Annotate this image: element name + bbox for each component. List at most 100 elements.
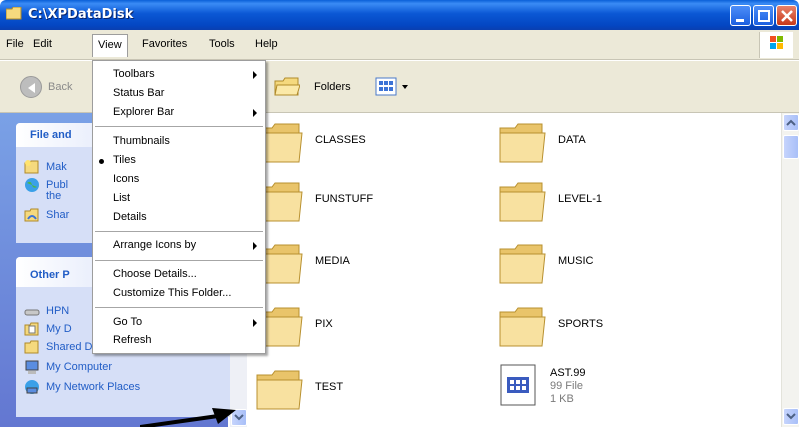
menu-tools[interactable]: Tools	[209, 38, 235, 50]
menu-item-list[interactable]: List	[113, 192, 130, 204]
file-name: MUSIC	[558, 255, 594, 267]
title-bar: C:\XPDataDisk	[0, 0, 799, 30]
folder-tile-data[interactable]: DATA	[497, 118, 727, 168]
views-button[interactable]	[374, 75, 412, 99]
file-name: FUNSTUFF	[315, 193, 374, 205]
folder-icon	[499, 182, 546, 222]
share-label: Shar	[46, 208, 70, 221]
publish-continued-label[interactable]: the	[46, 190, 61, 206]
my-network-places-link[interactable]: My Network Places	[24, 379, 140, 395]
submenu-arrow-icon	[253, 71, 257, 79]
folder-tile-level-1[interactable]: LEVEL-1	[497, 177, 727, 227]
minimize-button[interactable]	[730, 5, 751, 26]
maximize-icon	[758, 10, 770, 22]
file-name: LEVEL-1	[558, 193, 603, 205]
file-name: TEST	[315, 381, 344, 393]
folders-icon[interactable]	[274, 77, 300, 97]
menu-item-toolbars[interactable]: Toolbars	[113, 68, 155, 80]
menu-item-tiles[interactable]: Tiles	[113, 154, 136, 166]
file-name: SPORTS	[558, 318, 604, 330]
folder-tile-classes[interactable]: CLASSES	[254, 118, 484, 168]
menu-favorites[interactable]: Favorites	[142, 38, 187, 50]
shared-folder-icon	[24, 208, 39, 222]
my-computer-link[interactable]: My Computer	[24, 359, 112, 375]
file-size: 1 KB	[550, 393, 574, 405]
folder-icon	[499, 244, 546, 284]
my-network-places-label: My Network Places	[46, 380, 141, 393]
my-documents-icon	[24, 322, 39, 336]
file-name: PIX	[315, 318, 333, 330]
menu-item-thumbnails[interactable]: Thumbnails	[113, 135, 170, 147]
menu-item-icons[interactable]: Icons	[113, 173, 139, 185]
close-icon	[781, 10, 793, 22]
network-icon	[25, 380, 39, 394]
menu-item-status-bar[interactable]: Status Bar	[113, 87, 164, 99]
menu-item-go-to[interactable]: Go To	[113, 316, 142, 328]
make-folder-label: Mak	[46, 160, 67, 173]
menu-bar: File Edit View Favorites Tools Help	[0, 30, 799, 60]
file-name: MEDIA	[315, 255, 350, 267]
menu-separator	[95, 260, 263, 261]
back-label[interactable]: Back	[48, 81, 72, 93]
computer-icon	[25, 360, 39, 374]
globe-icon	[25, 178, 39, 192]
folder-icon	[24, 340, 39, 354]
file-name: AST.99	[550, 367, 586, 379]
menu-item-refresh[interactable]: Refresh	[113, 334, 152, 346]
folder-icon	[256, 370, 303, 410]
radio-bullet-icon	[99, 159, 104, 164]
menu-edit[interactable]: Edit	[33, 38, 52, 50]
folder-icon	[499, 123, 546, 163]
menu-item-arrange-icons-by[interactable]: Arrange Icons by	[113, 239, 196, 251]
chevron-up-icon	[786, 119, 796, 126]
new-folder-icon	[24, 160, 39, 174]
folder-tile-media[interactable]: MEDIA	[254, 239, 484, 289]
menu-item-customize-folder[interactable]: Customize This Folder...	[113, 287, 231, 299]
hpn-link[interactable]: HPN	[24, 303, 69, 319]
maximize-button[interactable]	[753, 5, 774, 26]
my-documents-link[interactable]: My D	[24, 321, 72, 337]
menu-item-choose-details[interactable]: Choose Details...	[113, 268, 197, 280]
file-name: DATA	[558, 134, 586, 146]
annotation-arrow-icon	[140, 408, 236, 427]
close-button[interactable]	[776, 5, 797, 26]
my-computer-label: My Computer	[46, 360, 113, 373]
chevron-down-icon	[786, 413, 796, 420]
file-tile-ast-99[interactable]: AST.99 99 File 1 KB	[499, 363, 729, 413]
folder-icon	[6, 7, 22, 20]
make-folder-link[interactable]: Mak	[24, 159, 67, 175]
menu-separator	[95, 307, 263, 308]
submenu-arrow-icon	[253, 242, 257, 250]
menu-help[interactable]: Help	[255, 38, 278, 50]
file-list-scrollbar[interactable]	[781, 113, 799, 427]
folder-tile-pix[interactable]: PIX	[254, 302, 484, 352]
minimize-icon	[736, 19, 744, 22]
file-list: CLASSES DATA FUNSTUFF LEVEL-1 MEDIA MUSI…	[247, 113, 781, 427]
scroll-down-button[interactable]	[783, 408, 799, 425]
file-icon	[500, 364, 536, 406]
back-button[interactable]	[20, 76, 42, 98]
view-menu: Toolbars Status Bar Explorer Bar Thumbna…	[92, 60, 266, 354]
file-type: 99 File	[550, 380, 584, 392]
file-name: CLASSES	[315, 134, 366, 146]
menu-item-explorer-bar[interactable]: Explorer Bar	[113, 106, 174, 118]
my-documents-label: My D	[46, 322, 72, 335]
folder-tile-funstuff[interactable]: FUNSTUFF	[254, 177, 484, 227]
scroll-thumb[interactable]	[783, 135, 799, 159]
window-title: C:\XPDataDisk	[28, 7, 134, 22]
submenu-arrow-icon	[253, 109, 257, 117]
submenu-arrow-icon	[253, 319, 257, 327]
menu-file[interactable]: File	[6, 38, 24, 50]
folder-tile-music[interactable]: MUSIC	[497, 239, 727, 289]
scroll-up-button[interactable]	[783, 114, 799, 131]
hpn-label: HPN	[46, 304, 70, 317]
menu-item-details[interactable]: Details	[113, 211, 147, 223]
folders-button[interactable]: Folders	[314, 81, 351, 93]
folder-tile-sports[interactable]: SPORTS	[497, 302, 727, 352]
menu-view[interactable]: View	[92, 34, 128, 57]
drive-icon	[24, 309, 40, 316]
share-link[interactable]: Shar	[24, 207, 69, 223]
folder-tile-test[interactable]: TEST	[254, 365, 484, 415]
menu-separator	[95, 231, 263, 232]
windows-logo-icon	[759, 32, 793, 58]
